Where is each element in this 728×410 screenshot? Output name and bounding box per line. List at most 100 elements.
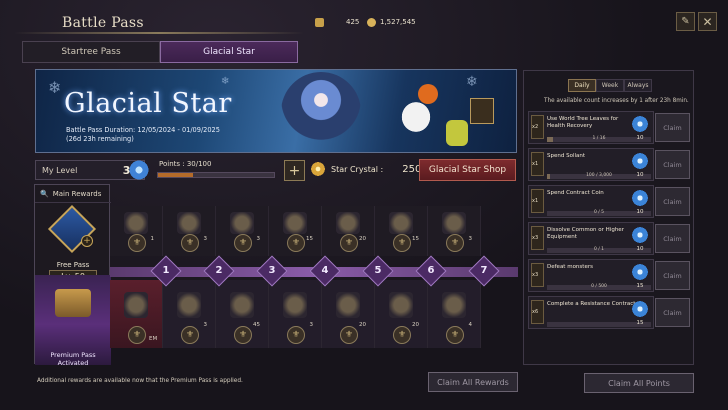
left-reward-column: 🔍 Main Rewards + Free Pass Lv. 50 Premiu… bbox=[34, 184, 111, 367]
arrow-currency-icon bbox=[315, 17, 324, 27]
main-rewards-button[interactable]: 🔍 Main Rewards bbox=[35, 185, 111, 203]
reward-cell[interactable]: 20 ⚜ bbox=[322, 206, 375, 256]
currency-value: 425 bbox=[346, 18, 360, 26]
fleur-icon: ⚜ bbox=[393, 326, 411, 344]
reward-cell[interactable]: 15 ⚜ bbox=[375, 206, 428, 256]
claim-button[interactable]: Claim bbox=[655, 113, 690, 142]
premium-pass: Premium Pass Activated bbox=[35, 275, 111, 367]
search-icon: 🔍 bbox=[40, 189, 49, 198]
remaining-text: (26d 23h remaining) bbox=[66, 135, 134, 143]
mission-reward-value: 10 bbox=[636, 209, 644, 215]
mission-title: Defeat monsters bbox=[547, 264, 593, 270]
reward-count: 20 bbox=[359, 322, 366, 328]
missions-panel: Daily Week Always The available count in… bbox=[523, 70, 694, 365]
reward-count: EM bbox=[149, 336, 158, 342]
reward-cell[interactable]: 3 ⚜ bbox=[216, 206, 269, 256]
tab-startree-pass[interactable]: Startree Pass bbox=[22, 41, 160, 63]
claim-button[interactable]: Claim bbox=[655, 150, 690, 179]
fleur-icon: ⚜ bbox=[128, 326, 146, 344]
claim-button[interactable]: Claim bbox=[655, 224, 690, 253]
bag-art bbox=[446, 120, 468, 146]
tab-week[interactable]: Week bbox=[596, 79, 624, 92]
snowflake-icon: ❄ bbox=[221, 76, 230, 87]
scroll-icon[interactable]: ✎ bbox=[676, 12, 695, 31]
reward-count: 20 bbox=[412, 322, 419, 328]
mission-reward-value: 15 bbox=[636, 320, 644, 326]
claim-all-rewards-button[interactable]: Claim All Rewards bbox=[428, 372, 518, 392]
claim-button[interactable]: Claim bbox=[655, 298, 690, 327]
title-ornament bbox=[14, 32, 304, 34]
points-text: Points : 30/100 bbox=[159, 160, 212, 168]
claim-all-points-button[interactable]: Claim All Points bbox=[584, 373, 694, 393]
reward-count: 15 bbox=[412, 236, 419, 242]
level-number: 4 bbox=[321, 265, 329, 276]
fleur-icon: ⚜ bbox=[234, 234, 252, 252]
reward-cell[interactable]: 45 ⚜ bbox=[216, 280, 269, 348]
mission-reward-value: 10 bbox=[636, 135, 644, 141]
reward-cell[interactable]: 3 ⚜ bbox=[269, 280, 322, 348]
mission-title: Dissolve Common or Higher Equipment bbox=[547, 227, 624, 240]
points-bar bbox=[157, 172, 275, 178]
reward-cell[interactable]: 20 ⚜ bbox=[322, 280, 375, 348]
reward-cell[interactable]: 4 ⚜ bbox=[428, 280, 481, 348]
fleur-icon: ⚜ bbox=[446, 326, 464, 344]
crystal-icon bbox=[630, 188, 650, 208]
coin-icon bbox=[367, 17, 376, 27]
premium-label: Premium Pass Activated bbox=[50, 351, 96, 367]
mission-note: The available count increases by 1 after… bbox=[544, 98, 689, 104]
reward-count: 20 bbox=[359, 236, 366, 242]
duration-text: Battle Pass Duration: 12/05/2024 - 01/09… bbox=[66, 126, 220, 134]
reward-item-icon bbox=[230, 212, 254, 234]
mission-title: Spend Contract Coin bbox=[547, 190, 604, 196]
plus-icon: + bbox=[81, 235, 93, 247]
fleur-icon: ⚜ bbox=[340, 326, 358, 344]
claim-button[interactable]: Claim bbox=[655, 261, 690, 290]
level-number: 5 bbox=[374, 265, 382, 276]
reward-count: 3 bbox=[203, 236, 208, 242]
reward-item-icon bbox=[124, 292, 148, 318]
mission-multiplier: x1 bbox=[532, 198, 539, 204]
reward-cell[interactable]: 20 ⚜ bbox=[375, 280, 428, 348]
crystal-icon bbox=[630, 299, 650, 319]
reward-cell[interactable]: 3 ⚜ bbox=[163, 280, 216, 348]
add-points-button[interactable]: + bbox=[284, 160, 305, 181]
reward-cell[interactable]: 3 ⚜ bbox=[428, 206, 481, 256]
mission-reward-value: 15 bbox=[636, 283, 644, 289]
reward-cell[interactable]: EM ⚜ bbox=[110, 280, 163, 348]
mission-item: x3 Dissolve Common or Higher Equipment 0 /… bbox=[528, 222, 654, 255]
crystal-icon bbox=[630, 151, 650, 171]
mission-reward: 15 bbox=[627, 297, 653, 330]
shop-button[interactable]: Glacial Star Shop bbox=[419, 159, 516, 181]
tab-daily[interactable]: Daily bbox=[568, 79, 596, 92]
mission-item: x2 Use World Tree Leaves for Health Recov… bbox=[528, 111, 654, 144]
crystal-icon bbox=[630, 262, 650, 282]
reward-cell[interactable]: 1 ⚜ bbox=[110, 206, 163, 256]
mission-reward: 10 bbox=[627, 186, 653, 219]
claim-button[interactable]: Claim bbox=[655, 187, 690, 216]
pumpkin-art bbox=[418, 84, 438, 104]
reward-count: 4 bbox=[468, 322, 473, 328]
reward-item-icon bbox=[124, 212, 148, 234]
reward-cell[interactable]: 3 ⚜ bbox=[163, 206, 216, 256]
badge-art bbox=[470, 98, 494, 124]
reward-count: 3 bbox=[468, 236, 473, 242]
close-icon[interactable]: ✕ bbox=[698, 12, 717, 31]
tab-glacial-star[interactable]: Glacial Star bbox=[160, 41, 298, 63]
mission-reward: 15 bbox=[627, 260, 653, 293]
free-reward-row: 1 ⚜ 3 ⚜ 3 ⚜ 15 ⚜ 20 ⚜ 15 ⚜ 3 ⚜ bbox=[110, 206, 518, 256]
reward-item-icon bbox=[442, 292, 466, 318]
fleur-icon: ⚜ bbox=[340, 234, 358, 252]
fleur-icon: ⚜ bbox=[287, 234, 305, 252]
level-label: My Level bbox=[42, 165, 78, 175]
currency-value: 1,527,545 bbox=[380, 18, 416, 26]
reward-item-icon bbox=[389, 212, 413, 234]
reward-item-icon bbox=[230, 292, 254, 318]
fleur-icon: ⚜ bbox=[234, 326, 252, 344]
fleur-icon: ⚜ bbox=[181, 234, 199, 252]
reward-cell[interactable]: 15 ⚜ bbox=[269, 206, 322, 256]
mission-reward: 10 bbox=[627, 112, 653, 145]
reward-item-icon bbox=[177, 292, 201, 318]
reward-item-icon bbox=[177, 212, 201, 234]
tab-always[interactable]: Always bbox=[624, 79, 652, 92]
reward-item-icon bbox=[283, 292, 307, 318]
